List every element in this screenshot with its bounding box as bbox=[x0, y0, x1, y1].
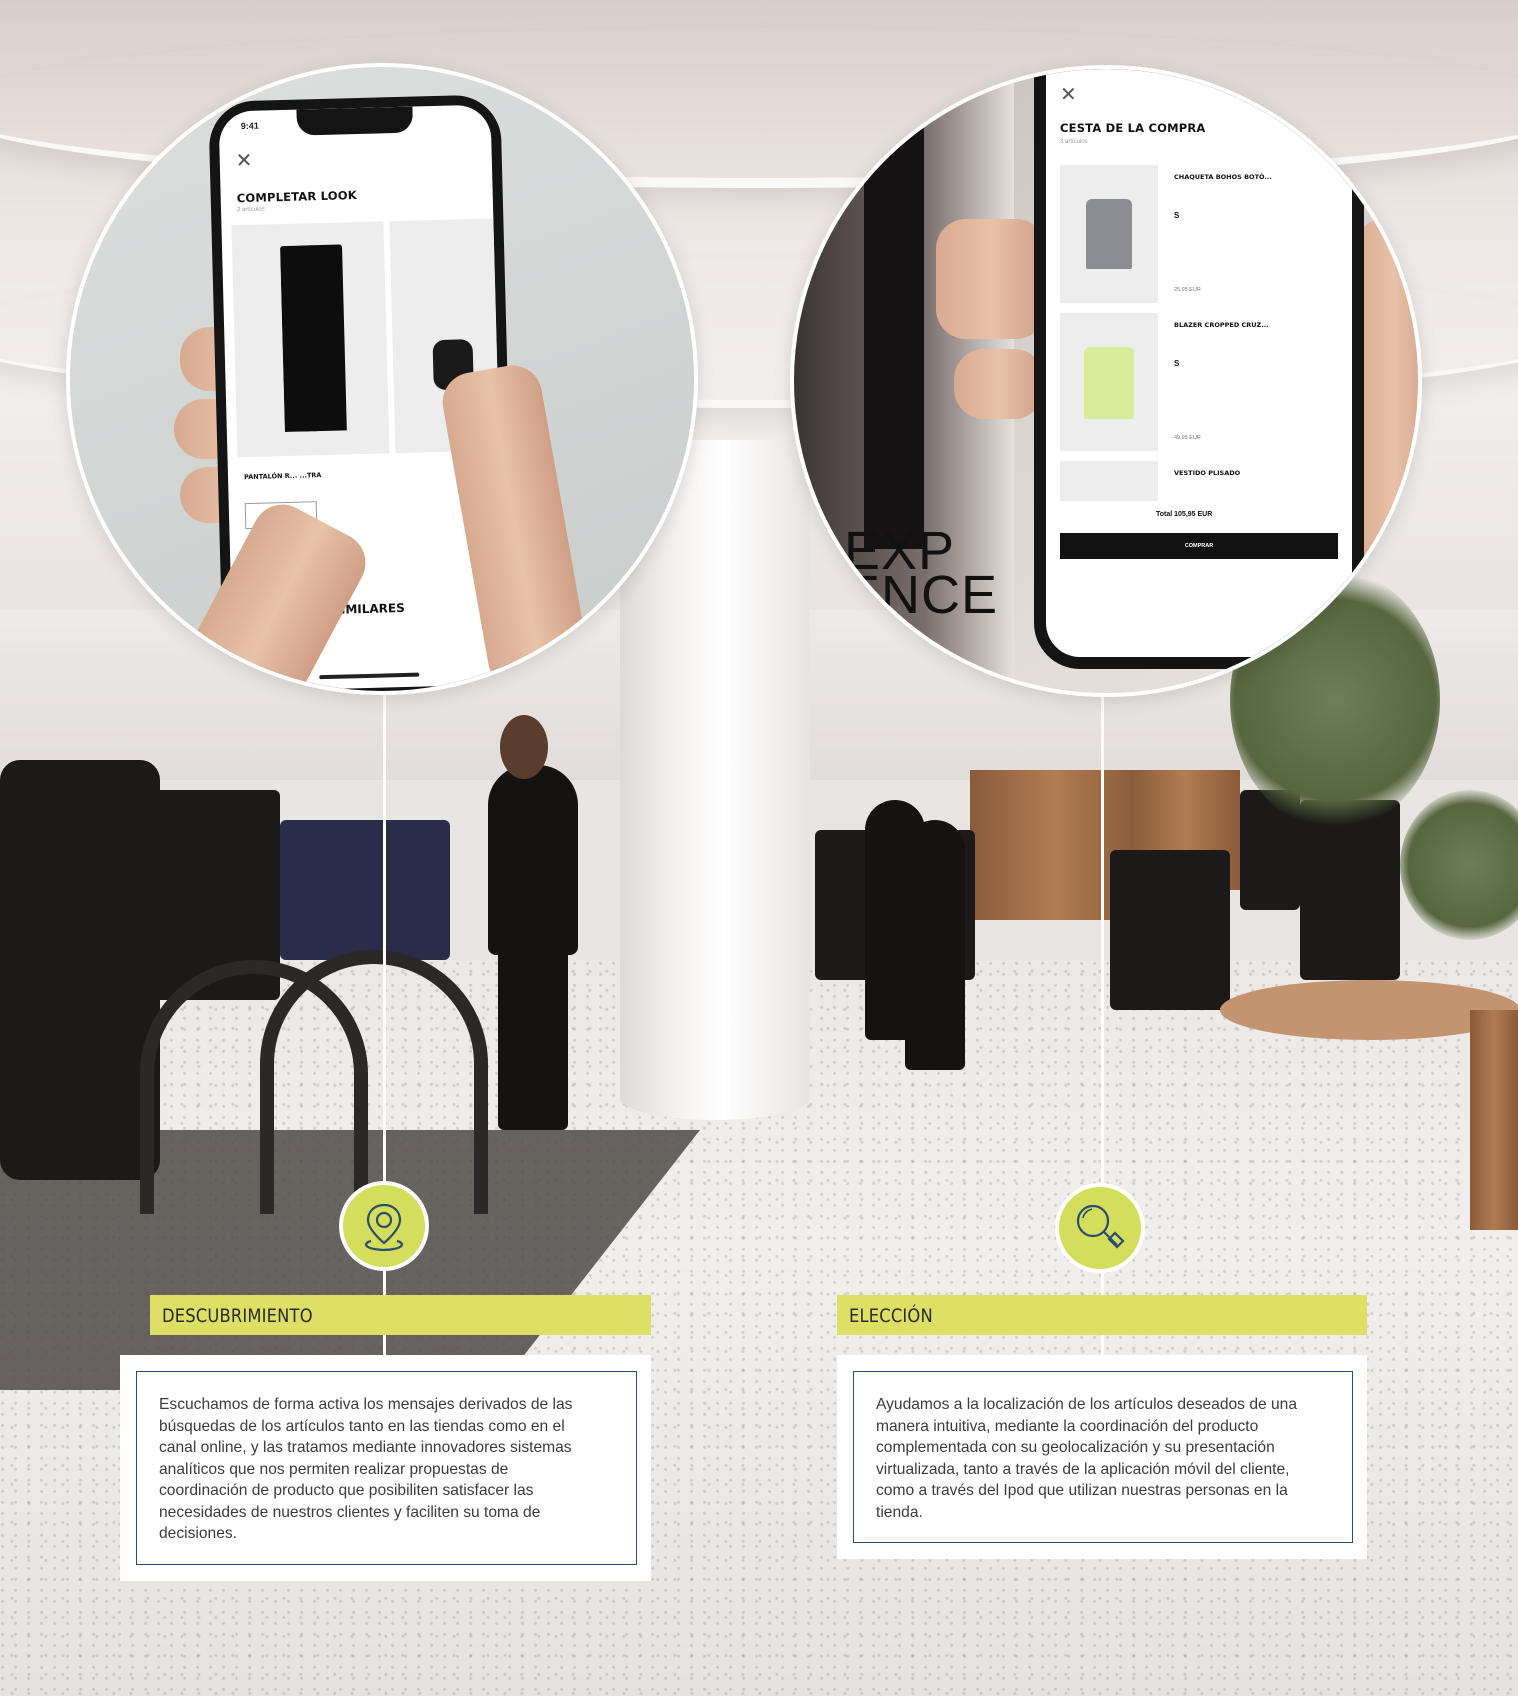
card-text: Escuchamos de forma activa los mensajes … bbox=[159, 1396, 573, 1542]
experience-sign: EXP ENCE bbox=[844, 521, 999, 625]
section-label: DESCUBRIMIENTO bbox=[162, 1305, 313, 1327]
status-time: 9:41 bbox=[240, 120, 259, 132]
section-label-bar: ELECCIÓN bbox=[837, 1295, 1367, 1335]
product-image bbox=[1060, 461, 1158, 501]
shopper-figure bbox=[498, 940, 568, 1130]
cart-item-size: S bbox=[1174, 211, 1180, 220]
jacket-image bbox=[1084, 347, 1134, 419]
sweater-image bbox=[1086, 199, 1132, 269]
cart-item-name: BLAZER CROPPED CRUZ... bbox=[1174, 321, 1269, 329]
phone-screen: ✕ CESTA DE LA COMPRA 3 artículos CHAQUET… bbox=[1046, 69, 1352, 657]
card-frame: Ayudamos a la localización de los artícu… bbox=[853, 1371, 1353, 1543]
close-icon[interactable]: ✕ bbox=[1060, 85, 1077, 105]
product-image bbox=[1060, 313, 1158, 451]
thumb bbox=[1354, 219, 1418, 579]
cart-item-name: CHAQUETA BOHOS BOTÓ... bbox=[1174, 173, 1272, 181]
product-name: PANTALÓN R... ...TRA bbox=[243, 471, 322, 482]
cart-total: Total 105,95 EUR bbox=[1156, 511, 1213, 518]
shopper-figure bbox=[905, 820, 965, 1070]
phone-notch bbox=[296, 106, 414, 136]
screen-title: CESTA DE LA COMPRA bbox=[1060, 121, 1206, 135]
section-label-bar: DESCUBRIMIENTO bbox=[150, 1295, 651, 1335]
indoor-plant bbox=[1400, 790, 1518, 940]
screen-title: COMPLETAR LOOK bbox=[236, 188, 358, 206]
description-card: Ayudamos a la localización de los artícu… bbox=[837, 1355, 1367, 1559]
card-text: Ayudamos a la localización de los artícu… bbox=[876, 1396, 1298, 1521]
shopper-figure bbox=[488, 765, 578, 955]
location-pin-icon bbox=[339, 1181, 429, 1271]
home-indicator bbox=[319, 672, 420, 680]
hand-finger bbox=[936, 219, 1046, 339]
description-card: Escuchamos de forma activa los mensajes … bbox=[120, 1355, 651, 1581]
table-leg bbox=[1470, 1010, 1518, 1230]
buy-button[interactable]: COMPRAR bbox=[1060, 533, 1338, 559]
clothing-rack bbox=[1110, 850, 1230, 1010]
product-image bbox=[1060, 165, 1158, 303]
magnifier-icon bbox=[1055, 1183, 1145, 1273]
clothing-rack bbox=[280, 820, 450, 960]
cart-item-size: S bbox=[1174, 359, 1180, 368]
close-icon[interactable]: ✕ bbox=[235, 150, 252, 172]
connector-line-right bbox=[1101, 1335, 1104, 1356]
detail-circle-complete-look: 9:41 ✕ COMPLETAR LOOK 2 artículos PANTAL… bbox=[66, 63, 698, 695]
detail-circle-shopping-cart: EXP ENCE ✕ CESTA DE LA COMPRA 3 artículo… bbox=[790, 65, 1422, 697]
cart-item-price: 49,95 EUR bbox=[1174, 435, 1201, 441]
card-frame: Escuchamos de forma activa los mensajes … bbox=[136, 1371, 637, 1565]
connector-line-left bbox=[383, 1335, 386, 1356]
product-image[interactable] bbox=[231, 221, 390, 458]
dark-panel bbox=[864, 109, 924, 549]
screen-subtitle: 2 artículos bbox=[236, 206, 265, 214]
hand-finger bbox=[954, 349, 1044, 419]
screen-subtitle: 3 artículos bbox=[1060, 139, 1088, 145]
cart-item-name: VESTIDO PLISADO bbox=[1174, 469, 1241, 477]
cart-item-price: 25,95 EUR bbox=[1174, 287, 1201, 293]
trousers-right-leg bbox=[307, 244, 347, 432]
section-label: ELECCIÓN bbox=[849, 1305, 933, 1327]
smartphone: ✕ CESTA DE LA COMPRA 3 artículos CHAQUET… bbox=[1034, 69, 1364, 669]
escalator-handrail bbox=[260, 950, 488, 1214]
shopper-head bbox=[500, 715, 548, 779]
